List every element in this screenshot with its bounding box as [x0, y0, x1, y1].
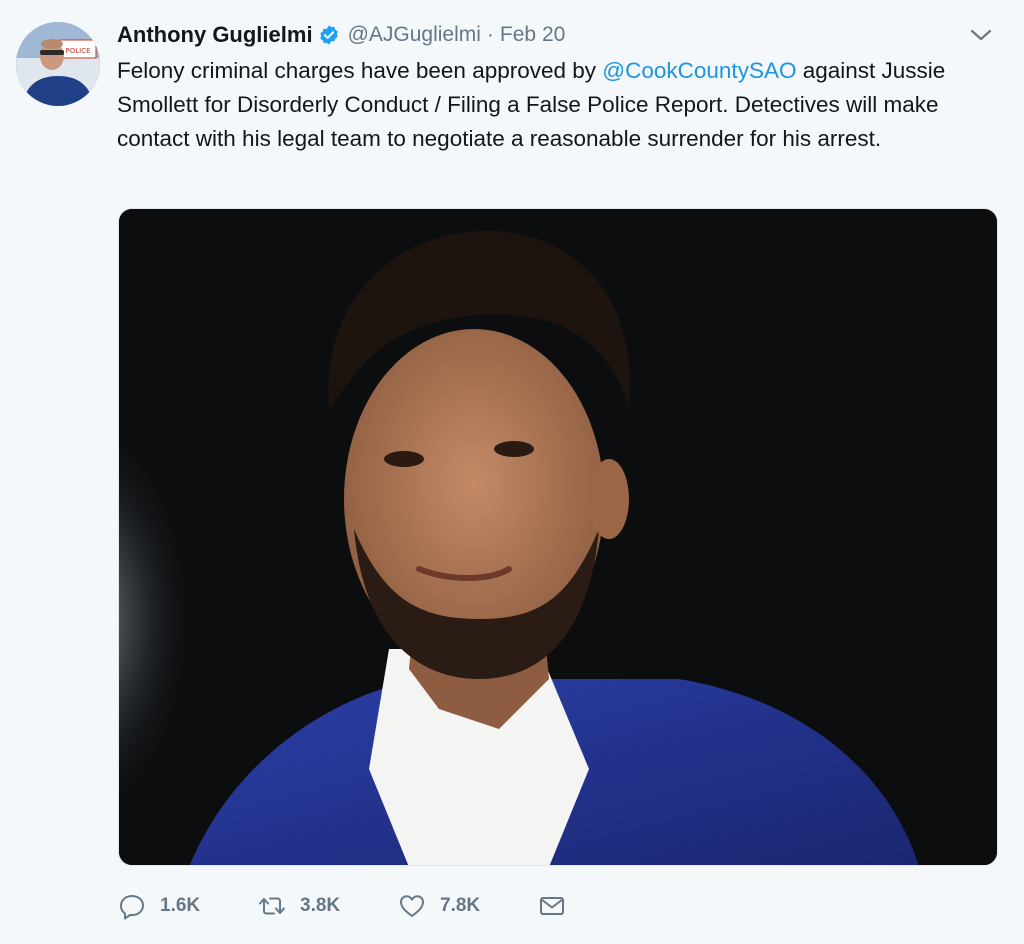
tweet-text-part1: Felony criminal charges have been approv… [117, 58, 603, 83]
envelope-icon [538, 892, 566, 920]
like-count: 7.8K [440, 895, 481, 916]
verified-badge-icon [318, 24, 340, 46]
tweet-date[interactable]: Feb 20 [500, 23, 565, 47]
heart-icon [398, 892, 426, 920]
mention-link[interactable]: @CookCountySAO [602, 58, 796, 83]
chevron-down-icon[interactable] [970, 28, 992, 42]
avatar-patch-text: POLICE [65, 47, 90, 55]
like-button[interactable]: 7.8K [398, 892, 538, 920]
reply-button[interactable]: 1.6K [118, 892, 258, 920]
tweet-header: Anthony Guglielmi @AJGuglielmi · Feb 20 [117, 21, 565, 49]
retweet-count: 3.8K [300, 895, 341, 916]
reply-icon [118, 892, 146, 920]
tweet-text: Felony criminal charges have been approv… [117, 54, 997, 156]
tweet-photo[interactable] [118, 208, 998, 866]
reply-count: 1.6K [160, 895, 201, 916]
author-name[interactable]: Anthony Guglielmi [117, 22, 313, 48]
retweet-icon [258, 892, 286, 920]
avatar[interactable]: POLICE [16, 22, 100, 106]
tweet: POLICE Anthony Guglielmi @AJGuglielmi · … [0, 0, 1024, 944]
tweet-actions: 1.6K 3.8K 7.8K [118, 888, 578, 924]
author-handle[interactable]: @AJGuglielmi [348, 23, 481, 47]
direct-message-button[interactable] [538, 892, 578, 920]
retweet-button[interactable]: 3.8K [258, 892, 398, 920]
header-separator: · [486, 23, 494, 46]
